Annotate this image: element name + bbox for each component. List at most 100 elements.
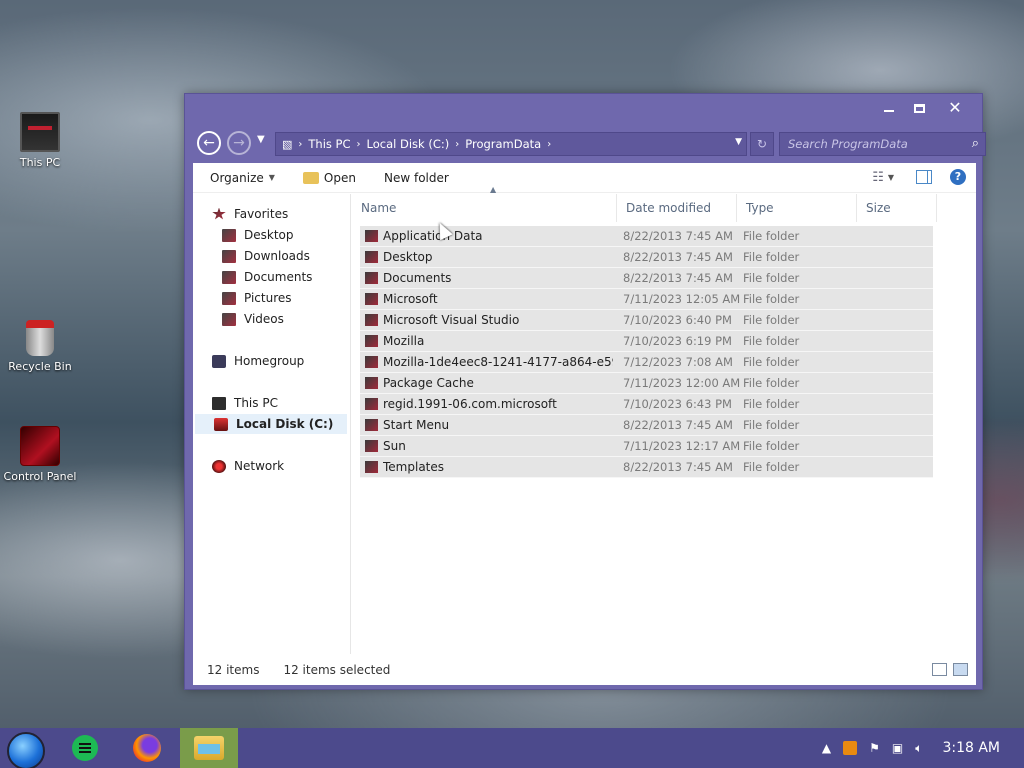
nav-item-label: Favorites	[234, 207, 289, 221]
organize-button[interactable]: Organize ▼	[210, 171, 275, 185]
chevron-down-icon[interactable]: ▼	[735, 137, 742, 147]
table-row[interactable]: Sun 7/11/2023 12:17 AM File folder	[360, 436, 933, 457]
desktop-icon-control-panel[interactable]: Control Panel	[0, 426, 80, 483]
homegroup-icon	[212, 354, 226, 368]
file-date: 8/22/2013 7:45 AM	[623, 418, 733, 432]
minimize-button[interactable]	[874, 97, 904, 119]
folder-open-icon	[302, 171, 319, 184]
table-row[interactable]: Microsoft Visual Studio 7/10/2023 6:40 PM…	[360, 310, 933, 331]
folder-icon	[365, 314, 378, 326]
action-center-flag-icon[interactable]: ⚑	[869, 741, 880, 755]
nav-item-documents[interactable]: Documents	[222, 267, 312, 287]
preview-pane-icon[interactable]	[916, 170, 932, 184]
maximize-button[interactable]	[904, 97, 934, 119]
arrow-right-icon: →	[233, 135, 245, 151]
navigation-pane: Favorites Desktop Downloads Documents Pi…	[193, 194, 351, 654]
table-row[interactable]: regid.1991-06.com.microsoft 7/10/2023 6:4…	[360, 394, 933, 415]
forward-button[interactable]: →	[227, 131, 251, 155]
star-icon	[212, 207, 226, 220]
nav-item-pictures[interactable]: Pictures	[222, 288, 292, 308]
table-row[interactable]: Mozilla-1de4eec8-1241-4177-a864-e594e8d.…	[360, 352, 933, 373]
desktop-icon-label: This PC	[19, 156, 61, 169]
search-box[interactable]: ⌕	[779, 132, 986, 156]
nav-item-homegroup[interactable]: Homegroup	[212, 351, 304, 371]
nav-item-label: Network	[234, 459, 285, 473]
recent-locations-button[interactable]: ▼	[257, 134, 265, 145]
change-view-icon[interactable]: ☷	[872, 170, 884, 185]
open-button[interactable]: Open	[302, 171, 356, 185]
table-row[interactable]: Documents 8/22/2013 7:45 AM File folder	[360, 268, 933, 289]
nav-item-this-pc[interactable]: This PC	[212, 393, 278, 413]
nav-item-network[interactable]: Network	[212, 456, 284, 476]
folder-icon	[365, 398, 378, 410]
table-row[interactable]: Templates 8/22/2013 7:45 AM File folder	[360, 457, 933, 478]
nav-item-label: Videos	[244, 312, 284, 326]
file-date: 7/10/2023 6:40 PM	[623, 313, 732, 327]
nav-item-downloads[interactable]: Downloads	[222, 246, 310, 266]
item-count: 12 items	[207, 663, 260, 677]
nav-item-videos[interactable]: Videos	[222, 309, 284, 329]
file-date: 7/11/2023 12:17 AM	[623, 439, 741, 453]
column-header-size[interactable]: Size	[857, 194, 937, 222]
title-bar[interactable]: ✕	[185, 94, 982, 124]
chevron-down-icon: ▼	[257, 134, 265, 145]
file-name: Sun	[383, 439, 406, 453]
nav-item-favorites[interactable]: Favorites	[212, 204, 288, 224]
view-switcher	[926, 663, 968, 676]
file-type: File folder	[743, 229, 800, 243]
minimize-icon	[884, 110, 894, 112]
breadcrumb-local-disk[interactable]: Local Disk (C:)	[367, 137, 450, 151]
table-row[interactable]: Mozilla 7/10/2023 6:19 PM File folder	[360, 331, 933, 352]
new-folder-button[interactable]: New folder	[384, 171, 449, 185]
volume-icon[interactable]: 🔈︎	[915, 741, 922, 756]
file-type: File folder	[743, 397, 800, 411]
explorer-content: Organize ▼ Open New folder ☷ ▼ ? Favorit…	[193, 163, 976, 685]
nav-item-desktop[interactable]: Desktop	[222, 225, 294, 245]
search-input[interactable]	[780, 133, 960, 155]
table-row[interactable]: Desktop 8/22/2013 7:45 AM File folder	[360, 247, 933, 268]
show-hidden-icons-icon[interactable]: ▲	[822, 741, 831, 755]
table-row[interactable]: Start Menu 8/22/2013 7:45 AM File folder	[360, 415, 933, 436]
file-type: File folder	[743, 460, 800, 474]
desktop-folder-icon	[222, 228, 236, 242]
documents-folder-icon	[222, 270, 236, 284]
clock[interactable]: 3:18 AM	[942, 740, 1000, 756]
breadcrumb-separator-icon: ›	[298, 138, 303, 150]
breadcrumb-this-pc[interactable]: This PC	[308, 137, 350, 151]
breadcrumb-programdata[interactable]: ProgramData	[465, 137, 541, 151]
taskbar-app-file-explorer[interactable]	[180, 728, 238, 768]
table-row[interactable]: Microsoft 7/11/2023 12:05 AM File folder	[360, 289, 933, 310]
folder-icon	[365, 356, 378, 368]
file-name: Microsoft Visual Studio	[383, 313, 520, 327]
file-date: 7/10/2023 6:19 PM	[623, 334, 732, 348]
nav-item-label: This PC	[234, 396, 278, 410]
folder-icon	[365, 440, 378, 452]
desktop-icon-this-pc[interactable]: This PC	[0, 112, 80, 169]
table-row[interactable]: Package Cache 7/11/2023 12:00 AM File fold…	[360, 373, 933, 394]
file-date: 7/10/2023 6:43 PM	[623, 397, 732, 411]
start-button[interactable]	[7, 732, 45, 768]
details-view-icon[interactable]	[932, 663, 947, 676]
taskbar-app-notes[interactable]	[56, 728, 114, 768]
notification-icon[interactable]	[843, 741, 858, 755]
help-icon[interactable]: ?	[950, 169, 966, 185]
back-button[interactable]: ←	[197, 131, 221, 155]
refresh-button[interactable]: ↻	[750, 132, 774, 156]
hard-drive-icon	[214, 417, 228, 431]
file-name: Mozilla-1de4eec8-1241-4177-a864-e594e8d.…	[383, 355, 613, 369]
column-header-date[interactable]: Date modified	[617, 194, 737, 222]
column-header-type[interactable]: Type	[737, 194, 857, 222]
chevron-down-icon[interactable]: ▼	[888, 173, 894, 182]
network-status-icon[interactable]: ▣	[892, 741, 903, 755]
column-header-name[interactable]: Name	[352, 194, 617, 222]
nav-item-local-disk[interactable]: Local Disk (C:)	[195, 414, 347, 434]
search-icon[interactable]: ⌕	[972, 136, 979, 151]
large-icons-view-icon[interactable]	[953, 663, 968, 676]
column-headers: ▲ Name Date modified Type Size	[352, 185, 976, 222]
close-button[interactable]: ✕	[940, 97, 970, 119]
address-bar[interactable]: ▧ › This PC › Local Disk (C:) › ProgramD…	[275, 132, 774, 156]
taskbar-app-firefox[interactable]	[118, 728, 176, 768]
command-bar: Organize ▼ Open New folder ☷ ▼ ?	[193, 163, 976, 193]
file-name: Package Cache	[383, 376, 474, 390]
desktop-icon-recycle-bin[interactable]: Recycle Bin	[0, 320, 80, 373]
